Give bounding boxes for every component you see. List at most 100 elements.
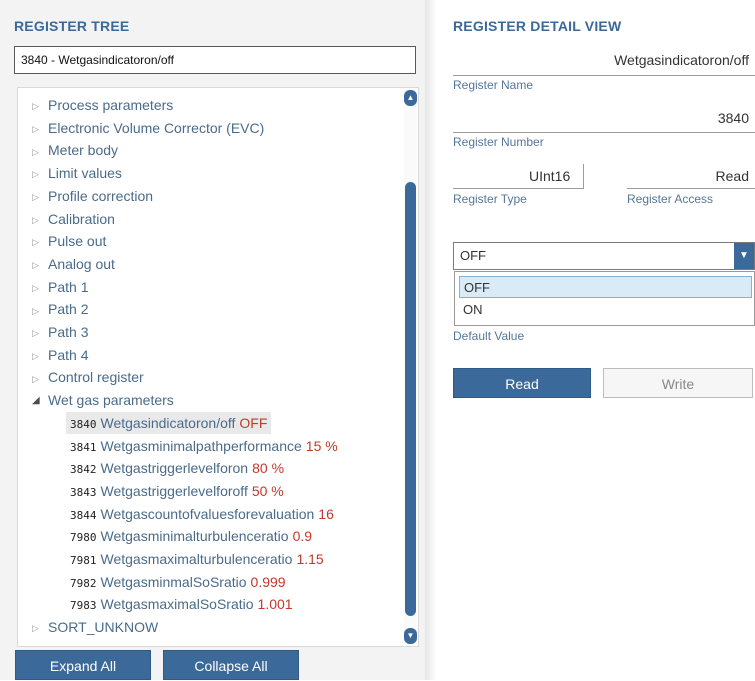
dropdown-option-off[interactable]: OFF	[459, 276, 752, 298]
write-button[interactable]: Write	[603, 368, 753, 398]
triangle-right-icon[interactable]: ▷	[32, 163, 46, 185]
register-number: 3843	[70, 485, 97, 499]
register-value: 15 %	[305, 437, 338, 454]
tree-category-5[interactable]: ▷ Calibration	[18, 208, 115, 230]
register-name: Wetgasindicatoron/off	[100, 414, 236, 431]
collapse-all-button[interactable]: Collapse All	[163, 650, 299, 680]
register-number: 7983	[70, 599, 97, 613]
register-tree-title: REGISTER TREE	[14, 18, 130, 34]
register-number-underline	[453, 132, 755, 133]
scroll-up-icon[interactable]: ▲	[404, 90, 417, 106]
register-item[interactable]: 3842 Wetgastriggerlevelforon 80 %	[66, 457, 288, 479]
tree-category-label: Profile correction	[48, 187, 154, 204]
register-name: Wetgascountofvaluesforevaluation	[100, 505, 315, 522]
register-tree: ▷ Process parameters ▷ Electronic Volume Co…	[17, 87, 419, 647]
triangle-right-icon[interactable]: ▷	[32, 118, 46, 140]
expand-all-button[interactable]: Expand All	[15, 650, 151, 680]
panel-divider[interactable]	[425, 0, 437, 680]
triangle-right-icon[interactable]: ▷	[32, 300, 46, 322]
register-name: WetgasminmalSoSratio	[100, 573, 247, 590]
tree-category-3[interactable]: ▷ Limit values	[18, 162, 122, 184]
tree-category-label: Meter body	[48, 142, 119, 159]
tree-category-10[interactable]: ▷ Path 3	[18, 321, 88, 343]
triangle-right-icon[interactable]: ▷	[32, 322, 46, 344]
register-number: 7981	[70, 554, 97, 567]
register-access-value: Read	[715, 168, 749, 184]
register-name: Wetgasmaximalturbulenceratio	[100, 551, 293, 567]
register-value: 1.15	[296, 551, 324, 567]
tree-category-label: Analog out	[48, 255, 115, 272]
tree-category-0[interactable]: ▷ Process parameters	[18, 94, 173, 116]
register-type-value: UInt16	[529, 168, 571, 184]
register-tree-panel: REGISTER TREE ▷Process parameters▷Electr…	[0, 0, 425, 680]
tree-category-4[interactable]: ▷ Profile correction	[18, 185, 153, 207]
scroll-thumb[interactable]	[405, 182, 416, 616]
triangle-right-icon[interactable]: ▷	[32, 617, 46, 639]
register-access-underline	[627, 188, 755, 189]
register-value: 16	[318, 505, 334, 522]
register-value: 80 %	[252, 460, 285, 477]
register-item[interactable]: 7980 Wetgasminimalturbulenceratio 0.9	[66, 525, 316, 547]
tree-category-2[interactable]: ▷ Meter body	[18, 139, 118, 161]
register-item[interactable]: 7983 WetgasmaximalSoSratio 1.001	[66, 593, 297, 615]
tree-category-7[interactable]: ▷ Analog out	[18, 253, 115, 275]
register-number-label: Register Number	[453, 135, 544, 149]
default-value-select[interactable]: OFF ▼	[453, 242, 755, 270]
tree-category-1[interactable]: ▷ Electronic Volume Corrector (EVC)	[18, 117, 264, 139]
register-item[interactable]: 3841 Wetgasminimalpathperformance 15 %	[66, 435, 342, 457]
tree-category-label: Path 3	[48, 324, 89, 340]
tree-category-label: Control register	[48, 369, 144, 386]
register-item[interactable]: 7982 WetgasminmalSoSratio 0.999	[66, 571, 290, 593]
tree-category-label: Limit values	[48, 165, 122, 182]
tree-category-sort-unknow[interactable]: ▷ SORT_UNKNOW	[18, 616, 158, 638]
tree-category-8[interactable]: ▷ Path 1	[18, 276, 88, 298]
register-number: 7980	[70, 531, 97, 545]
register-item[interactable]: 7981 Wetgasmaximalturbulenceratio 1.15	[66, 548, 328, 570]
register-name-value: Wetgasindicatoron/off	[614, 52, 749, 68]
scroll-down-icon[interactable]: ▼	[404, 628, 417, 644]
tree-scrollbar[interactable]: ▲ ▼	[404, 90, 417, 644]
triangle-right-icon[interactable]: ▷	[32, 209, 46, 231]
read-button[interactable]: Read	[453, 368, 591, 398]
triangle-right-icon[interactable]: ▷	[32, 186, 46, 208]
tree-category-wet-gas[interactable]: ◢ Wet gas parameters	[18, 389, 174, 411]
tree-category-label: Path 4	[48, 346, 89, 363]
default-value-dropdown: OFF ON	[454, 271, 755, 326]
register-item[interactable]: 3840 Wetgasindicatoron/off OFF	[66, 411, 272, 434]
register-name-underline	[453, 75, 755, 76]
register-value: 0.9	[292, 528, 313, 545]
tree-category-label: Electronic Volume Corrector (EVC)	[48, 119, 265, 136]
register-value: OFF	[239, 414, 268, 431]
default-value-label: Default Value	[453, 329, 525, 343]
triangle-right-icon[interactable]: ▷	[32, 277, 46, 299]
register-number: 3841	[70, 440, 97, 454]
tree-category-12[interactable]: ▷ Control register	[18, 366, 144, 388]
triangle-right-icon[interactable]: ▷	[32, 254, 46, 276]
register-name: WetgasmaximalSoSratio	[100, 596, 254, 613]
register-name: Wetgasminimalpathperformance	[100, 437, 302, 454]
triangle-right-icon[interactable]: ▷	[32, 141, 46, 163]
triangle-right-icon[interactable]: ▷	[32, 345, 46, 367]
register-value: 50 %	[251, 482, 284, 499]
register-item[interactable]: 3843 Wetgastriggerlevelforoff 50 %	[66, 480, 288, 502]
triangle-down-icon[interactable]: ◢	[32, 390, 46, 412]
register-name: Wetgastriggerlevelforon	[100, 460, 249, 477]
triangle-right-icon[interactable]: ▷	[32, 95, 46, 117]
register-detail-panel: REGISTER DETAIL VIEW Wetgasindicatoron/o…	[437, 0, 755, 680]
register-number: 3840	[70, 417, 97, 431]
register-number: 3842	[70, 463, 97, 477]
chevron-down-icon[interactable]: ▼	[734, 243, 754, 269]
tree-category-11[interactable]: ▷ Path 4	[18, 344, 88, 366]
register-search-input[interactable]	[14, 46, 416, 74]
register-item[interactable]: 3844 Wetgascountofvaluesforevaluation 16	[66, 503, 338, 525]
tree-category-9[interactable]: ▷ Path 2	[18, 298, 88, 320]
tree-category-label: Calibration	[48, 210, 115, 227]
triangle-right-icon[interactable]: ▷	[32, 231, 46, 253]
triangle-right-icon[interactable]: ▷	[32, 368, 46, 390]
dropdown-option-on[interactable]: ON	[459, 299, 752, 321]
register-name: Wetgastriggerlevelforoff	[100, 482, 248, 499]
register-number: 3844	[70, 508, 97, 522]
tree-category-label: Path 2	[48, 301, 89, 318]
tree-category-6[interactable]: ▷ Pulse out	[18, 230, 106, 252]
register-type-edge	[583, 164, 584, 188]
